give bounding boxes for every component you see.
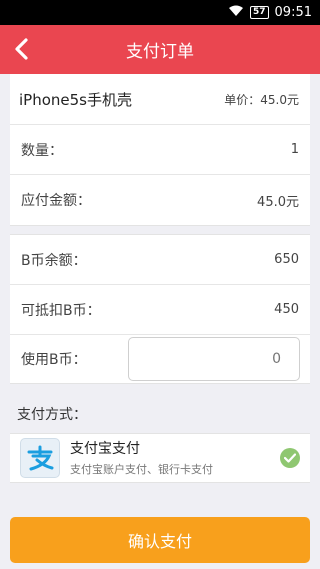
payment-section-title: 支付方式： [17,407,87,423]
bcoin-balance-label: B币余额： [21,252,87,269]
unit-price: 单价：45.0元 [224,92,299,107]
order-card: iPhone5s手机壳 单价：45.0元 数量： 1 应付金额： 45.0元 [10,74,310,226]
quantity-row: 数量： 1 [10,125,310,175]
selected-check-icon [280,448,300,468]
product-row: iPhone5s手机壳 单价：45.0元 [10,74,310,125]
amount-label: 应付金额： [21,193,91,209]
bcoin-deductible-label: 可抵扣B币： [21,302,101,319]
page-title: 支付订单 [126,42,194,62]
quantity-value: 1 [290,142,299,157]
bcoin-use-label: 使用B币： [21,352,87,368]
payment-method-alipay[interactable]: 支付宝支付 支付宝账户支付、银行卡支付 [10,434,310,482]
payment-method-text: 支付宝支付 支付宝账户支付、银行卡支付 [70,440,213,477]
amount-value: 45.0元 [257,194,299,210]
bcoin-card: B币余额： 650 可抵扣B币： 450 使用B币： [10,234,310,384]
clock: 09:51 [274,5,312,20]
payment-method-desc: 支付宝账户支付、银行卡支付 [70,462,213,476]
chevron-left-icon [15,38,28,60]
bcoin-deductible-value: 450 [274,302,299,317]
bcoin-use-input[interactable] [128,337,300,381]
bcoin-balance-row: B币余额： 650 [10,235,310,285]
product-name: iPhone5s手机壳 [19,90,132,109]
bcoin-use-row: 使用B币： [10,335,310,383]
status-bar: 57 09:51 [0,0,320,25]
battery-icon: 57 [250,6,269,19]
back-button[interactable] [6,33,38,65]
amount-row: 应付金额： 45.0元 [10,175,310,225]
alipay-icon [20,438,60,478]
payment-card: 支付宝支付 支付宝账户支付、银行卡支付 [10,433,310,483]
confirm-payment-button[interactable]: 确认支付 [10,517,310,563]
header: 支付订单 [0,25,320,74]
payment-method-name: 支付宝支付 [70,440,140,457]
wifi-icon [228,5,244,21]
bcoin-deductible-row: 可抵扣B币： 450 [10,285,310,335]
bcoin-balance-value: 650 [274,252,299,267]
quantity-label: 数量： [21,142,63,159]
